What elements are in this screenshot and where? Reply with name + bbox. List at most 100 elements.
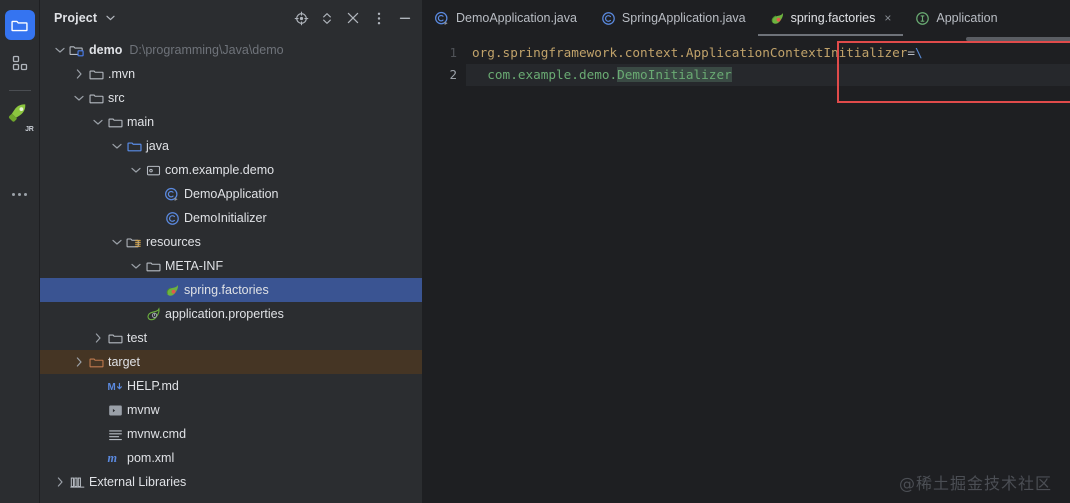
tree-row-label: META-INF	[165, 258, 224, 273]
code-editor[interactable]: 1 2 org.springframework.context.Applicat…	[422, 36, 1070, 503]
tree-row-label: main	[127, 114, 155, 129]
tree-row-icon: M	[106, 380, 124, 393]
spring-leaf-icon	[165, 283, 180, 297]
folder-icon	[88, 67, 104, 82]
spring-properties-icon	[146, 307, 161, 321]
folder-icon	[107, 115, 123, 130]
tree-row-meta-inf[interactable]: META-INF	[40, 254, 422, 278]
chevron-down-icon[interactable]	[128, 263, 144, 270]
editor-tabbar[interactable]: DemoApplication.java SpringApplication.ja…	[422, 0, 1070, 36]
tab-icon	[915, 11, 930, 26]
chevron-down-icon[interactable]	[71, 95, 87, 102]
tree-row-label: DemoApplication	[184, 186, 279, 201]
chevron-updown-icon[interactable]	[316, 7, 338, 29]
editor-tab-springapplication-java[interactable]: SpringApplication.java	[589, 0, 758, 36]
tree-row-label: mvnw	[127, 402, 160, 417]
editor-horizontal-scrollbar[interactable]	[966, 37, 1070, 41]
tree-row-pom-xml[interactable]: m pom.xml	[40, 446, 422, 470]
tree-row-label: java	[146, 138, 169, 153]
tree-row-label: mvnw.cmd	[127, 426, 187, 441]
text-lines-icon	[108, 428, 123, 441]
tree-row-icon	[144, 307, 162, 321]
code-body[interactable]: org.springframework.context.ApplicationC…	[466, 36, 1070, 503]
tab-label: Application	[936, 11, 998, 25]
tree-row-mvnw-cmd[interactable]: mvnw.cmd	[40, 422, 422, 446]
tree-row-demo[interactable]: demo D:\programming\Java\demo	[40, 38, 422, 62]
project-panel-header: Project	[40, 0, 422, 36]
tree-row-icon	[163, 283, 181, 297]
tree-row-external-libraries[interactable]: External Libraries	[40, 470, 422, 494]
editor-tab-demoapplication-java[interactable]: DemoApplication.java	[422, 0, 589, 36]
collapse-x-icon[interactable]	[342, 7, 364, 29]
property-value-highlighted: DemoInitializer	[617, 67, 732, 82]
chevron-right-icon[interactable]	[71, 357, 87, 367]
tree-row-label: target	[108, 354, 140, 369]
chevron-down-icon[interactable]	[109, 239, 125, 246]
close-icon[interactable]: ×	[884, 11, 891, 25]
chevron-down-icon[interactable]	[128, 167, 144, 174]
tree-row-icon	[68, 475, 86, 489]
project-tree[interactable]: demo D:\programming\Java\demo .mvn src main j…	[40, 36, 422, 503]
project-panel-title[interactable]: Project	[54, 11, 97, 25]
tree-row-icon: m	[106, 451, 124, 465]
chevron-down-icon[interactable]	[106, 15, 115, 21]
ellipsis-icon	[12, 192, 27, 196]
tree-row-spring-factories[interactable]: spring.factories	[40, 278, 422, 302]
chevron-right-icon[interactable]	[52, 477, 68, 487]
tree-row-src[interactable]: src	[40, 86, 422, 110]
tree-row-main[interactable]: main	[40, 110, 422, 134]
tree-row--mvn[interactable]: .mvn	[40, 62, 422, 86]
tree-row-icon	[87, 67, 105, 82]
activity-item-structure[interactable]	[5, 48, 35, 78]
line-number-gutter: 1 2	[422, 36, 466, 503]
tab-icon	[770, 11, 785, 25]
tree-row-test[interactable]: test	[40, 326, 422, 350]
vertical-dots-icon[interactable]	[368, 7, 390, 29]
source-folder-icon	[126, 139, 142, 154]
tree-row-label: test	[127, 330, 148, 345]
chevron-right-icon[interactable]	[90, 333, 106, 343]
tree-row-resources[interactable]: resources	[40, 230, 422, 254]
tree-row-java[interactable]: java	[40, 134, 422, 158]
editor-tab-application[interactable]: Application	[903, 0, 1009, 36]
line2-indent	[472, 67, 487, 82]
tree-row-mvnw[interactable]: mvnw	[40, 398, 422, 422]
chevron-right-icon[interactable]	[71, 69, 87, 79]
tree-row-icon	[87, 91, 105, 106]
shell-script-icon	[108, 404, 123, 417]
resources-folder-icon	[126, 235, 142, 250]
property-value-prefix: com.example.demo.	[487, 67, 618, 82]
tree-row-help-md[interactable]: M HELP.md	[40, 374, 422, 398]
tree-row-icon	[106, 404, 124, 417]
junie-badge-label: JR	[25, 126, 34, 133]
tree-row-com-example-demo[interactable]: com.example.demo	[40, 158, 422, 182]
chevron-down-icon[interactable]	[90, 119, 106, 126]
tree-row-icon	[87, 355, 105, 370]
module-folder-icon	[69, 43, 85, 58]
folder-icon	[88, 91, 104, 106]
tree-row-icon	[163, 211, 181, 226]
tree-row-label: demo	[89, 42, 123, 57]
activity-item-junie[interactable]: JR	[5, 101, 35, 133]
tree-row-label: .mvn	[108, 66, 136, 81]
tree-row-icon	[144, 259, 162, 274]
activity-divider	[8, 90, 31, 91]
activity-item-project[interactable]	[4, 10, 35, 40]
tree-row-demoinitializer[interactable]: DemoInitializer	[40, 206, 422, 230]
target-icon[interactable]	[290, 7, 312, 29]
spring-leaf-icon	[770, 11, 785, 25]
chevron-down-icon[interactable]	[109, 143, 125, 150]
tree-row-label: spring.factories	[184, 282, 269, 297]
tree-row-demoapplication[interactable]: DemoApplication	[40, 182, 422, 206]
tree-row-application-properties[interactable]: application.properties	[40, 302, 422, 326]
chevron-down-icon[interactable]	[52, 47, 68, 54]
minimize-dash-icon[interactable]	[394, 7, 416, 29]
tree-row-icon	[163, 187, 181, 202]
tree-row-target[interactable]: target	[40, 350, 422, 374]
tree-row-label: External Libraries	[89, 474, 187, 489]
folder-icon	[107, 331, 123, 346]
package-icon	[146, 163, 161, 178]
editor-tab-spring-factories[interactable]: spring.factories ×	[757, 0, 904, 36]
tab-label: spring.factories	[790, 11, 876, 25]
activity-item-more[interactable]	[5, 179, 35, 209]
